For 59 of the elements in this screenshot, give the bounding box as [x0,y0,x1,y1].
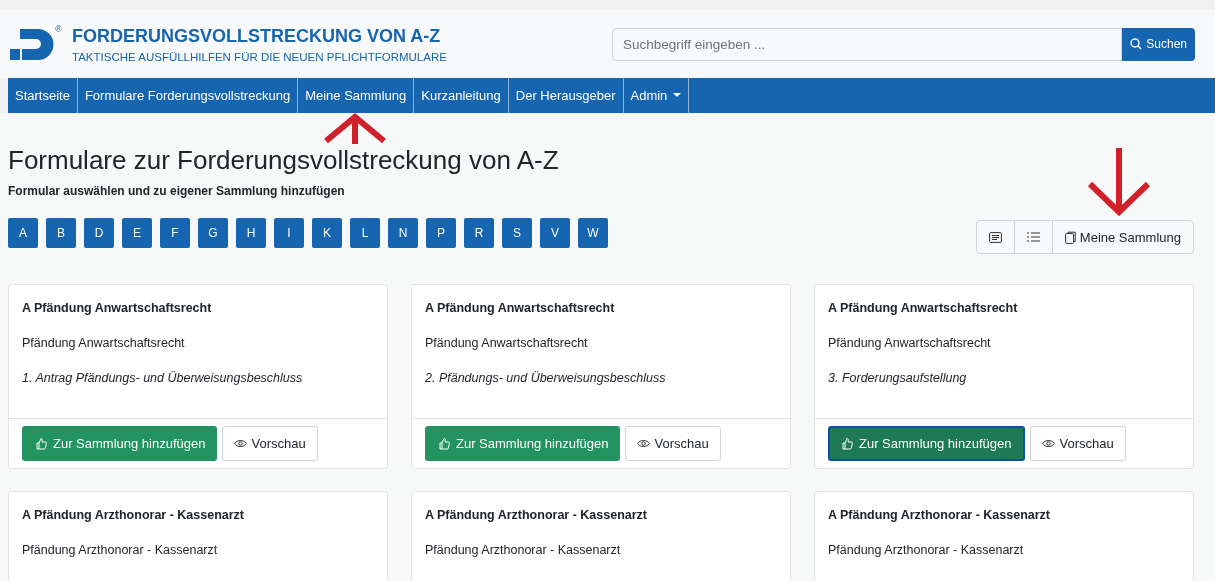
letter-button[interactable]: L [350,218,380,248]
preview-button[interactable]: Vorschau [222,426,318,461]
site-subtitle: TAKTISCHE AUSFÜLLHILFEN FÜR DIE NEUEN PFLICHTFORMULARE [72,50,447,63]
letter-button[interactable]: G [198,218,228,248]
letter-button[interactable]: P [426,218,456,248]
page-subheading: Formular auswählen und zu eigener Sammlung hinzufügen [8,184,346,198]
card-title: A Pfändung Arzthonorar - Kassenarzt [425,508,648,522]
text-box-icon [988,231,1002,243]
letter-button[interactable]: K [312,218,342,248]
letter-button[interactable]: E [122,218,152,248]
search-button[interactable]: Suchen [1122,27,1195,61]
card-subtitle: Pfändung Arzthonorar - Kassenarzt [828,543,1025,557]
card-form-name: 3. Forderungsaufstellung [828,371,968,385]
caret-icon [673,93,682,98]
card-subtitle: Pfändung Anwartschaftsrecht [22,336,186,350]
thumbs-up-icon [36,437,47,450]
preview-button[interactable]: Vorschau [625,426,721,461]
logo-icon [10,27,54,61]
add-to-collection-button[interactable]: Zur Sammlung hinzufügen [22,426,218,461]
card-title: A Pfändung Anwartschaftsrecht [22,301,213,315]
letter-button[interactable]: D [84,218,114,248]
letter-button[interactable]: A [8,218,38,248]
card-title: A Pfändung Arzthonorar - Kassenarzt [22,508,245,522]
page-heading: Formulare zur Forderungsvollstreckung von A-Z [8,145,560,176]
eye-icon [1042,439,1056,448]
letter-button[interactable]: V [540,218,570,248]
card-form-name: 2. Pfändungs- und Überweisungsbeschluss [425,371,667,385]
letter-button[interactable]: W [578,218,608,248]
eye-icon [234,439,248,448]
site-title: FORDERUNGSVOLLSTRECKUNG VON A-Z [72,25,442,47]
copy-icon [1064,230,1076,244]
registered-mark: ® [55,24,62,34]
eye-icon [637,439,651,448]
card-title: A Pfändung Anwartschaftsrecht [828,301,1019,315]
letter-button[interactable]: N [388,218,418,248]
card-subtitle: Pfändung Anwartschaftsrecht [828,336,992,350]
annotation-arrow [1086,148,1152,216]
annotation-arrow [322,113,388,144]
thumbs-up-icon [842,437,853,450]
card-subtitle: Pfändung Arzthonorar - Kassenarzt [22,543,219,557]
letter-button[interactable]: B [46,218,76,248]
card-subtitle: Pfändung Arzthonorar - Kassenarzt [425,543,622,557]
letter-button[interactable]: H [236,218,266,248]
search-field[interactable]: Suchbegriff eingeben ... [612,27,1123,61]
collection-button[interactable]: Meine Sammlung [1052,221,1193,253]
card-title: A Pfändung Arzthonorar - Kassenarzt [828,508,1051,522]
letter-button[interactable]: F [160,218,190,248]
letter-button[interactable]: R [464,218,494,248]
list-icon [1026,232,1040,242]
card-form-name: 1. Antrag Pfändungs- und Überweisungsbeschluss [22,371,304,385]
card-title: A Pfändung Anwartschaftsrecht [425,301,616,315]
preview-button[interactable]: Vorschau [1030,426,1126,461]
add-to-collection-button[interactable]: Zur Sammlung hinzufügen [828,426,1026,461]
card-subtitle: Pfändung Anwartschaftsrecht [425,336,589,350]
letter-button[interactable]: I [274,218,304,248]
letter-button[interactable]: S [502,218,532,248]
add-to-collection-button[interactable]: Zur Sammlung hinzufügen [425,426,621,461]
search-icon [1130,38,1143,50]
thumbs-up-icon [439,437,450,450]
